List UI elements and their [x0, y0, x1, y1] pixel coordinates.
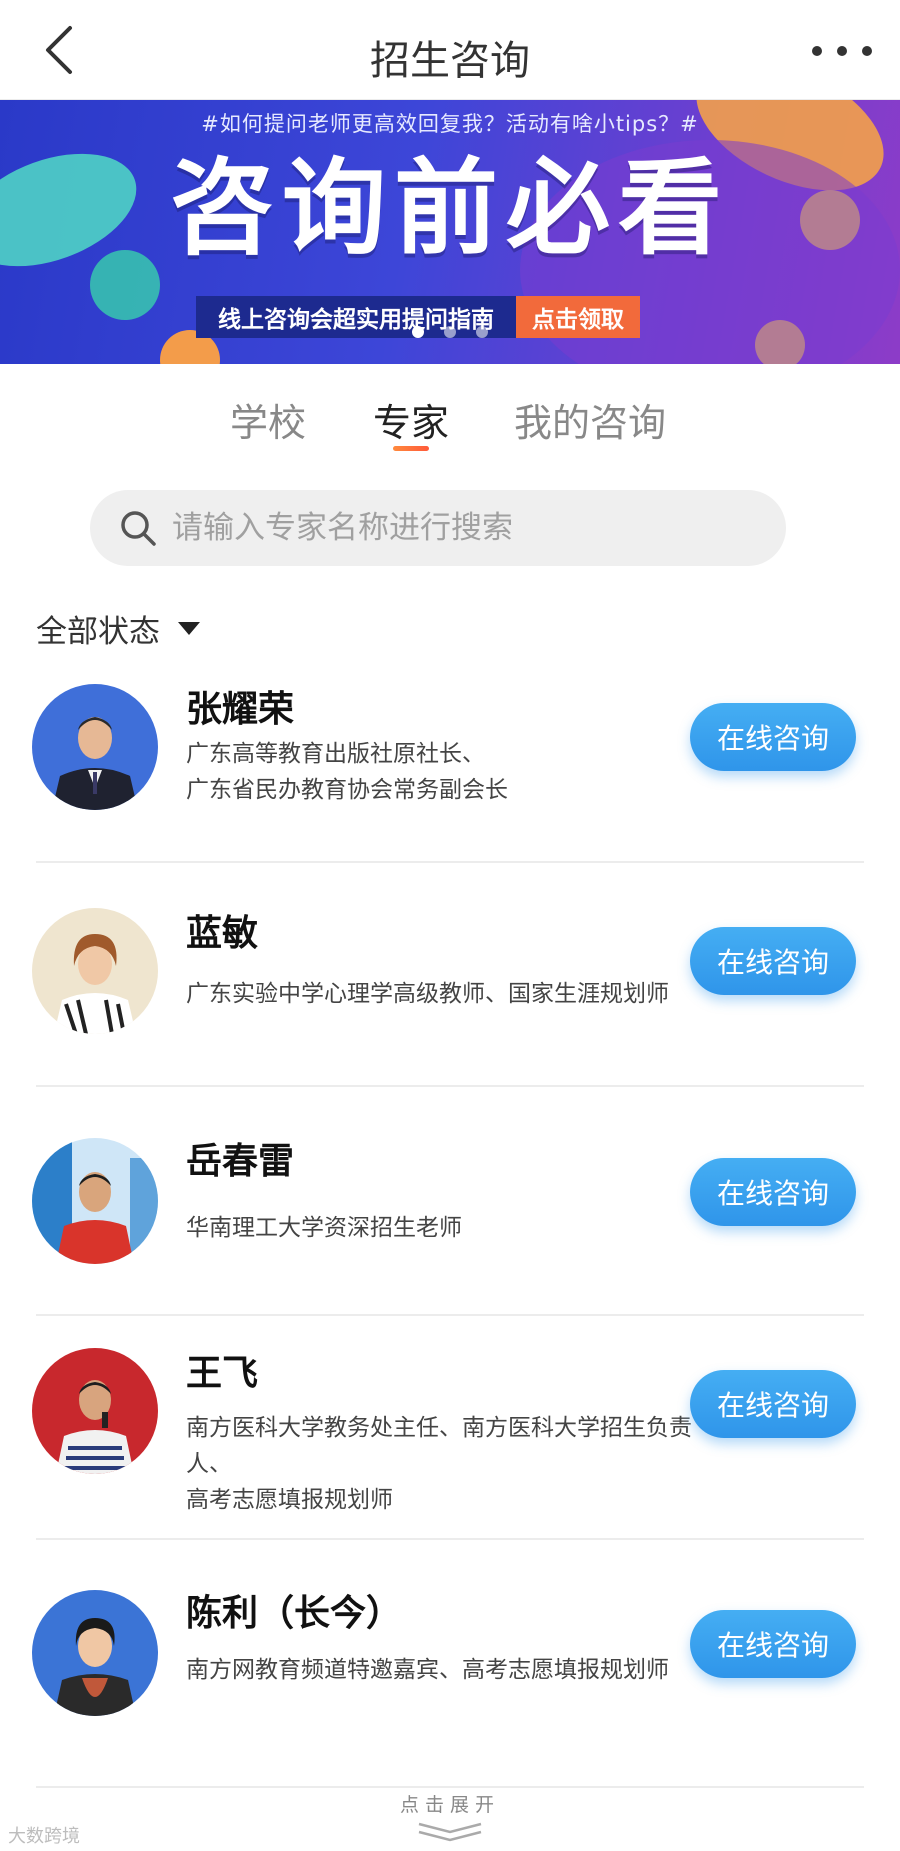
expert-description: 华南理工大学资深招生老师	[186, 1215, 462, 1241]
expert-name: 陈利（长今）	[186, 1593, 403, 1634]
expert-list-item[interactable]: 张耀荣 广东高等教育出版社原社长、 广东省民办教育协会常务副会长 在线咨询	[0, 660, 900, 863]
divider	[36, 1314, 864, 1316]
expert-list-item[interactable]: 王飞 南方医科大学教务处主任、南方医科大学招生负责人、 高考志愿填报规划师 在线…	[0, 1334, 900, 1540]
consult-online-button[interactable]: 在线咨询	[690, 703, 856, 771]
avatar	[32, 684, 158, 810]
search-bar[interactable]	[90, 490, 786, 566]
carousel-dot[interactable]	[412, 326, 424, 338]
search-input[interactable]	[172, 510, 732, 546]
carousel-dot[interactable]	[476, 326, 488, 338]
more-dot-icon	[837, 46, 847, 56]
more-dot-icon	[812, 46, 822, 56]
divider	[36, 1085, 864, 1087]
page-title: 招生咨询	[370, 38, 530, 84]
divider	[36, 1538, 864, 1540]
expert-name: 张耀荣	[186, 689, 295, 730]
consult-online-button[interactable]: 在线咨询	[690, 1610, 856, 1678]
avatar	[32, 908, 158, 1034]
divider	[36, 1786, 864, 1788]
more-options-button[interactable]	[812, 34, 872, 68]
expert-description: 南方医科大学教务处主任、南方医科大学招生负责人、 高考志愿填报规划师	[186, 1415, 692, 1513]
consult-online-button[interactable]: 在线咨询	[690, 1158, 856, 1226]
avatar	[32, 1590, 158, 1716]
more-dot-icon	[862, 46, 872, 56]
tab-school[interactable]: 学校	[230, 392, 306, 447]
tab-my-consultations[interactable]: 我的咨询	[514, 392, 666, 447]
active-tab-indicator	[393, 446, 429, 451]
search-icon	[118, 508, 158, 548]
tab-experts[interactable]: 专家	[373, 392, 449, 447]
expert-name: 蓝敏	[186, 913, 259, 954]
expand-more-button[interactable]: 点击展开	[0, 1790, 900, 1843]
status-filter-label: 全部状态	[36, 614, 160, 650]
status-filter-dropdown[interactable]: 全部状态	[36, 606, 200, 651]
expert-list-item[interactable]: 陈利（长今） 南方网教育频道特邀嘉宾、高考志愿填报规划师 在线咨询	[0, 1560, 900, 1788]
expert-description: 广东高等教育出版社原社长、 广东省民办教育协会常务副会长	[186, 741, 508, 803]
banner-tagline: #如何提问老师更高效回复我？活动有啥小tips？#	[201, 112, 699, 136]
watermark: 大数跨境	[8, 1826, 80, 1847]
expand-label: 点击展开	[399, 1794, 500, 1816]
expert-name: 王飞	[186, 1353, 259, 1394]
expert-name: 岳春雷	[186, 1141, 295, 1182]
banner-headline: 咨询前必看	[169, 147, 730, 269]
expert-description: 南方网教育频道特邀嘉宾、高考志愿填报规划师	[186, 1657, 669, 1683]
expert-description: 广东实验中学心理学高级教师、国家生涯规划师	[186, 981, 669, 1007]
top-nav-bar: 招生咨询	[0, 0, 900, 100]
expert-list-item[interactable]: 岳春雷 华南理工大学资深招生老师 在线咨询	[0, 1108, 900, 1316]
avatar	[32, 1348, 158, 1474]
divider	[36, 861, 864, 863]
double-chevron-down-icon	[418, 1822, 482, 1842]
carousel-dot[interactable]	[444, 326, 456, 338]
consult-online-button[interactable]: 在线咨询	[690, 1370, 856, 1438]
promo-banner[interactable]: #如何提问老师更高效回复我？活动有啥小tips？# 咨询前必看 线上咨询会超实用…	[0, 100, 900, 364]
tab-bar: 学校 专家 我的咨询	[0, 364, 900, 464]
carousel-indicator	[0, 326, 900, 338]
consult-online-button[interactable]: 在线咨询	[690, 927, 856, 995]
caret-down-icon	[178, 622, 200, 635]
expert-list-item[interactable]: 蓝敏 广东实验中学心理学高级教师、国家生涯规划师 在线咨询	[0, 884, 900, 1087]
avatar	[32, 1138, 158, 1264]
